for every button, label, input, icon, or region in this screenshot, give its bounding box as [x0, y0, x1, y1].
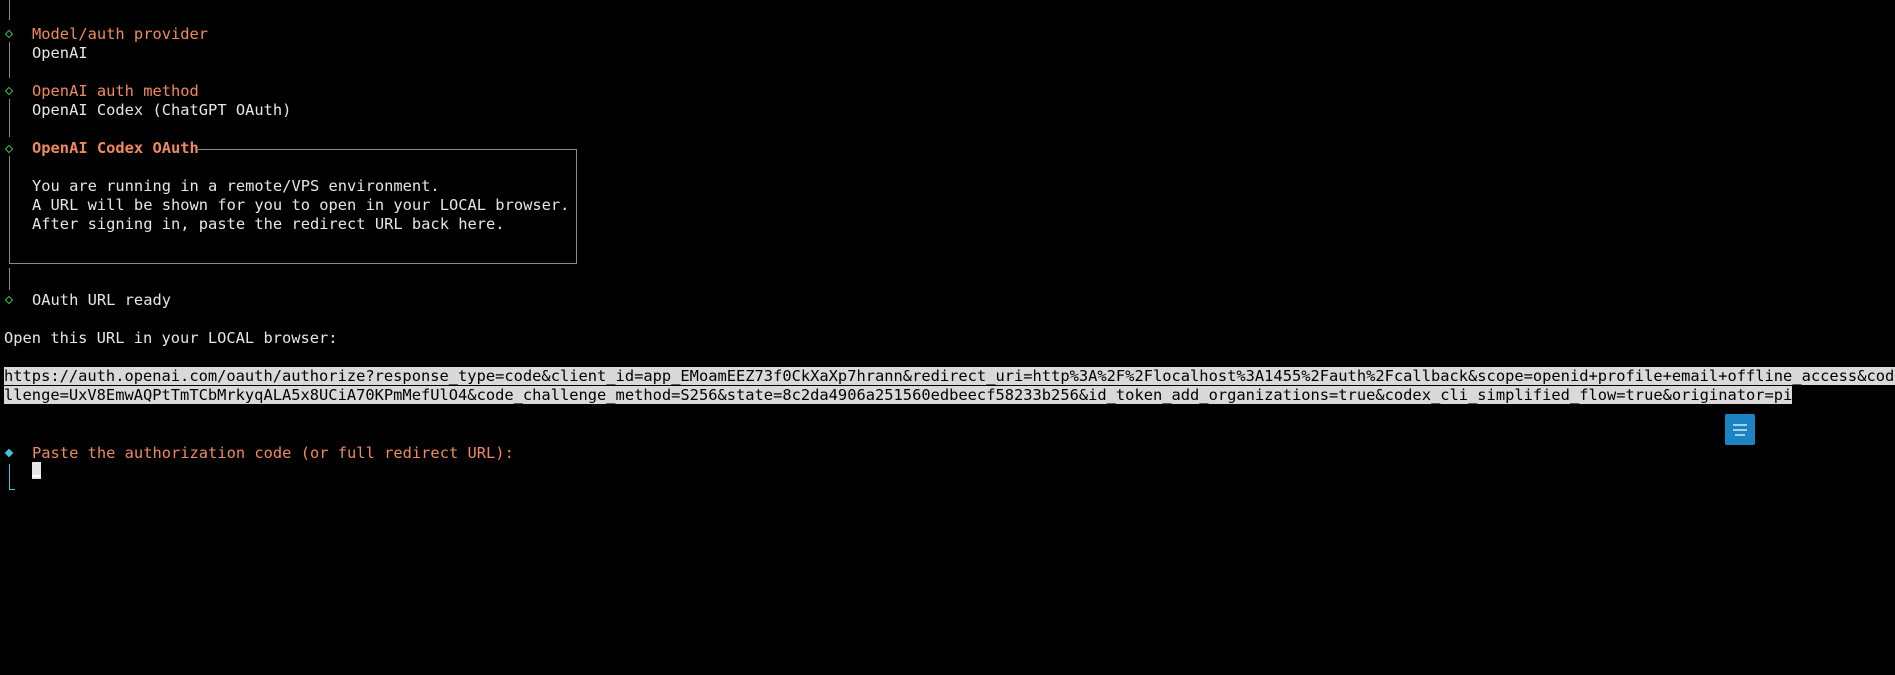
step-rail-1 — [9, 42, 10, 78]
text-cursor — [32, 462, 41, 479]
oauth-url-ready-label: OAuth URL ready — [32, 291, 171, 309]
auth-method-label: OpenAI auth method — [32, 82, 199, 100]
note-box-top-border — [198, 149, 577, 150]
codex-oauth-note-line-1: You are running in a remote/VPS environm… — [32, 177, 440, 195]
codex-oauth-title: OpenAI Codex OAuth — [32, 139, 199, 157]
open-url-instruction: Open this URL in your LOCAL browser: — [4, 329, 338, 347]
oauth-url-line-2[interactable]: llenge=UxV8EmwAQPtTmTCbMrkyqALA5x8UCiA70… — [4, 386, 1793, 404]
model-provider-value: OpenAI — [32, 44, 88, 62]
step-done-icon — [4, 29, 14, 39]
codex-oauth-note-line-2: A URL will be shown for you to open in y… — [32, 196, 570, 214]
prompt-rail — [9, 464, 10, 490]
step-rail-2 — [9, 99, 10, 137]
paste-code-label: Paste the authorization code (or full re… — [32, 444, 514, 462]
codex-oauth-note-line-3: After signing in, paste the redirect URL… — [32, 215, 505, 233]
step-rail-4 — [9, 268, 10, 290]
step-done-icon — [4, 86, 14, 96]
prompt-rail-foot — [9, 489, 15, 490]
menu-lines-icon[interactable] — [1725, 414, 1755, 445]
step-rail-top — [9, 0, 10, 20]
model-provider-label: Model/auth provider — [32, 25, 209, 43]
step-done-icon — [4, 295, 14, 305]
oauth-url-line-1[interactable]: https://auth.openai.com/oauth/authorize?… — [4, 367, 1895, 385]
step-active-icon — [4, 448, 14, 458]
oauth-url-text[interactable]: https://auth.openai.com/oauth/authorize?… — [4, 367, 1895, 405]
auth-method-value: OpenAI Codex (ChatGPT OAuth) — [32, 101, 292, 119]
